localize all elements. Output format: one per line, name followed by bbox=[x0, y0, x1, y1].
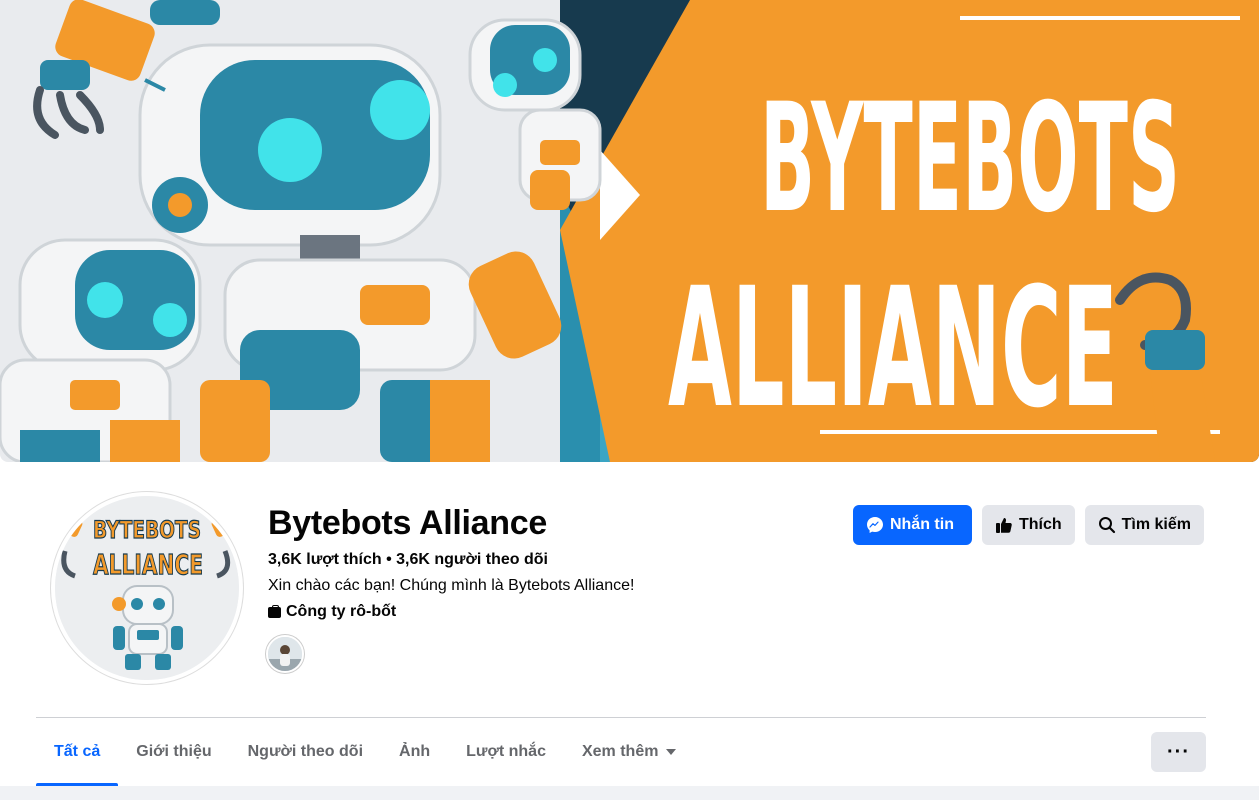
tab-label: Người theo dõi bbox=[247, 743, 364, 760]
more-options-icon: ··· bbox=[1167, 740, 1190, 763]
tab-label: Tất cả bbox=[54, 743, 101, 760]
tab-label: Ảnh bbox=[399, 743, 431, 760]
page-category-label: Công ty rô-bốt bbox=[286, 603, 397, 620]
page-avatar[interactable]: BYTEBOTS ALLIANCE bbox=[51, 492, 243, 684]
avatar-title-line1: BYTEBOTS bbox=[93, 516, 201, 544]
more-options-button[interactable]: ··· bbox=[1151, 732, 1206, 772]
thumbs-up-icon bbox=[995, 516, 1013, 534]
search-button[interactable]: Tìm kiếm bbox=[1084, 505, 1204, 545]
page-title: Bytebots Alliance bbox=[268, 504, 547, 542]
tab-more[interactable]: Xem thêm bbox=[564, 718, 694, 786]
cover-illustration: BYTEBOTS ALLIANCE bbox=[0, 0, 1259, 462]
tab-label: Xem thêm bbox=[581, 743, 659, 760]
like-button-label: Thích bbox=[1018, 516, 1062, 533]
briefcase-icon bbox=[268, 604, 281, 618]
feed-background bbox=[0, 786, 1259, 800]
page-category: Công ty rô-bốt bbox=[268, 603, 396, 621]
tab-mentions[interactable]: Lượt nhắc bbox=[448, 718, 564, 786]
page-root: BYTEBOTS ALLIANCE BYTEBOTS ALLIANCE Byte… bbox=[0, 0, 1259, 800]
user-photo-icon bbox=[268, 637, 302, 671]
search-icon bbox=[1098, 516, 1116, 534]
messenger-icon bbox=[866, 516, 884, 534]
search-button-label: Tìm kiếm bbox=[1121, 516, 1191, 533]
tab-label: Giới thiệu bbox=[136, 743, 212, 760]
avatar-illustration: BYTEBOTS ALLIANCE bbox=[55, 496, 239, 680]
message-button[interactable]: Nhắn tin bbox=[852, 505, 972, 545]
page-stats[interactable]: 3,6K lượt thích • 3,6K người theo dõi bbox=[268, 551, 548, 569]
page-actions: Nhắn tin Thích Tìm kiếm bbox=[852, 505, 1204, 545]
page-tabs: Tất cả Giới thiệu Người theo dõi Ảnh Lượ… bbox=[36, 718, 694, 786]
tab-followers[interactable]: Người theo dõi bbox=[230, 718, 381, 786]
cover-title-line1: BYTEBOTS bbox=[760, 72, 1180, 246]
cover-title-line2: ALLIANCE bbox=[668, 252, 1118, 444]
cover-photo[interactable]: BYTEBOTS ALLIANCE bbox=[0, 0, 1259, 462]
tab-label: Lượt nhắc bbox=[466, 743, 546, 760]
tab-about[interactable]: Giới thiệu bbox=[118, 718, 229, 786]
avatar-title-line2: ALLIANCE bbox=[93, 548, 203, 581]
message-button-label: Nhắn tin bbox=[889, 516, 954, 533]
page-bio: Xin chào các bạn! Chúng mình là Bytebots… bbox=[268, 577, 635, 594]
robot-illustration-left bbox=[0, 238, 202, 462]
profile-header: BYTEBOTS ALLIANCE Bytebots Alliance 3,6K… bbox=[0, 462, 1259, 717]
follower-avatar[interactable] bbox=[266, 635, 304, 673]
tab-photos[interactable]: Ảnh bbox=[381, 718, 448, 786]
tab-all[interactable]: Tất cả bbox=[36, 718, 119, 786]
caret-down-icon bbox=[666, 749, 677, 755]
like-button[interactable]: Thích bbox=[981, 505, 1075, 545]
